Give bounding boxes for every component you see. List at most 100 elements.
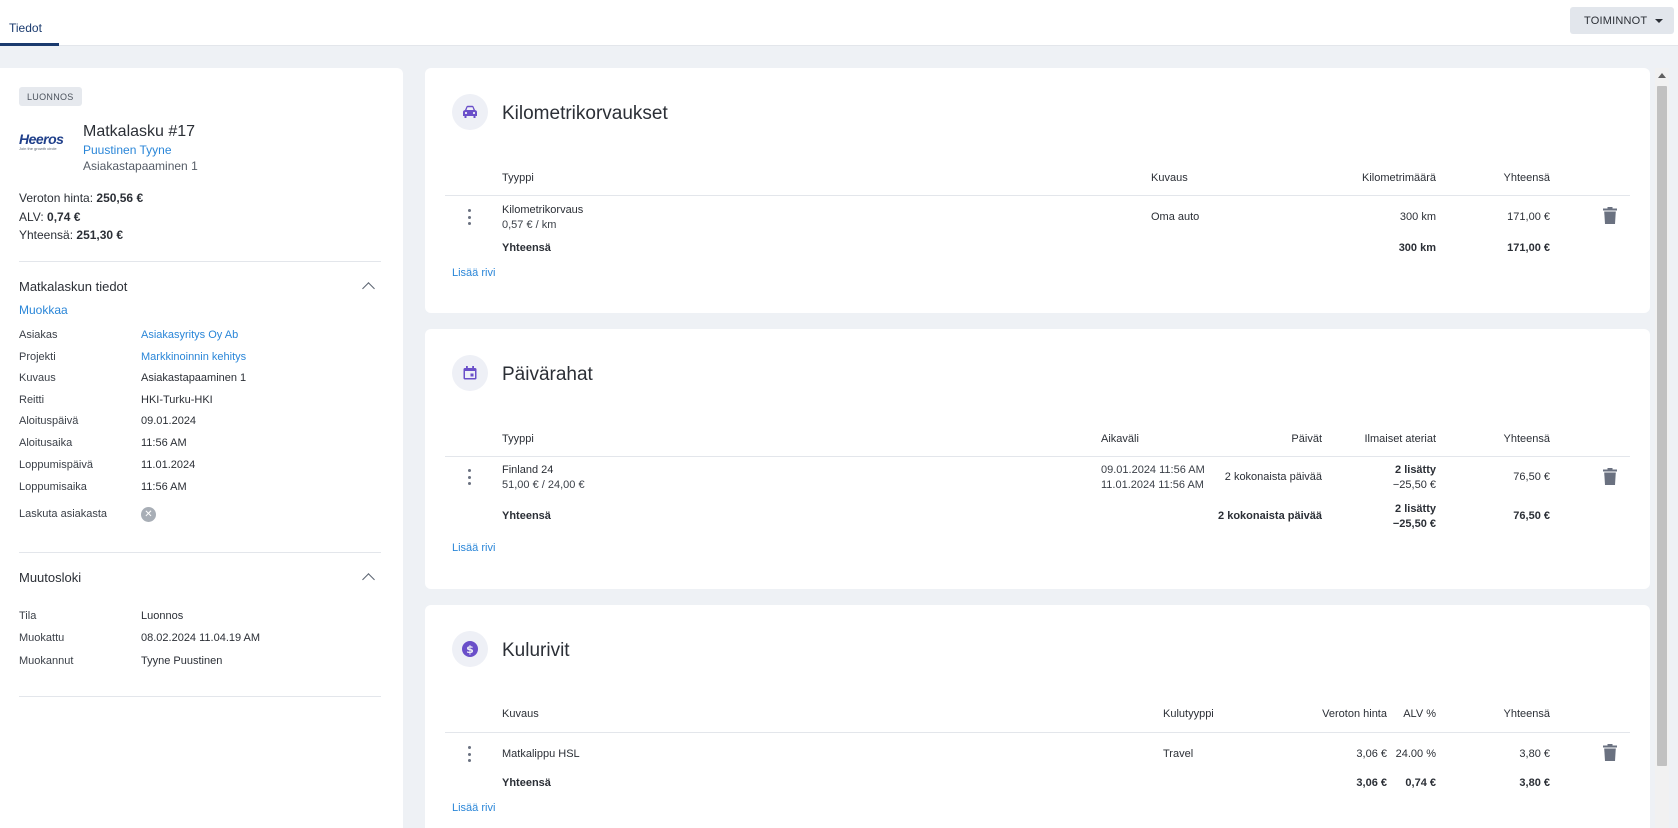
expense-row-net: 3,06 € [1356, 748, 1387, 760]
allowance-row-start: 09.01.2024 11:56 AM [1101, 464, 1205, 476]
logo-text: Heeros [19, 131, 64, 147]
allowances-card: Päivärahat Tyyppi Aikaväli Päivät Ilmais… [425, 329, 1650, 589]
col-header-total: Yhteensä [1503, 708, 1550, 720]
col-header-net: Veroton hinta [1322, 708, 1387, 720]
status-badge: LUONNOS [19, 87, 82, 106]
divider [19, 696, 381, 697]
col-header-period: Aikaväli [1101, 433, 1139, 445]
scroll-up-arrow-icon[interactable] [1658, 73, 1666, 78]
detail-row-route: Reitti HKI-Turku-HKI [19, 394, 213, 406]
allowance-row-type: Finland 24 [502, 464, 554, 476]
detail-row-end-date: Loppumispäivä 11.01.2024 [19, 459, 196, 471]
totals-summary: Veroton hinta: 250,56 € ALV: 0,74 € Yhte… [19, 189, 143, 245]
col-header-vat: ALV % [1403, 708, 1436, 720]
changelog-section-title[interactable]: Muutosloki [19, 570, 81, 585]
col-header-type: Tyyppi [502, 433, 534, 445]
net-total: Veroton hinta: 250,56 € [19, 191, 144, 205]
chevron-up-icon[interactable] [362, 282, 375, 295]
add-row-link[interactable]: Lisää rivi [452, 542, 495, 554]
allowance-row-total: 76,50 € [1513, 471, 1550, 483]
expense-sum-net: 3,06 € [1356, 777, 1387, 789]
row-menu-icon[interactable] [467, 209, 471, 225]
col-header-description: Kuvaus [1151, 172, 1188, 184]
expense-row-type: Travel [1163, 748, 1194, 760]
col-header-total: Yhteensä [1503, 172, 1550, 184]
detail-row-start-time: Aloitusaika 11:56 AM [19, 437, 187, 449]
detail-row-start-date: Aloituspäivä 09.01.2024 [19, 415, 197, 427]
mileage-row-type: Kilometrikorvaus [502, 204, 584, 216]
col-header-km: Kilometrimäärä [1362, 172, 1436, 184]
col-header-description: Kuvaus [502, 708, 539, 720]
chevron-up-icon[interactable] [362, 573, 375, 586]
allowance-row-meals-deduction: −25,50 € [1392, 479, 1436, 491]
document-subtitle: Asiakastapaaminen 1 [83, 159, 198, 173]
details-section-title[interactable]: Matkalaskun tiedot [19, 279, 127, 294]
divider [445, 456, 1630, 457]
mileage-row-total: 171,00 € [1507, 211, 1550, 223]
expense-row-description: Matkalippu HSL [502, 748, 580, 760]
mileage-row-description: Oma auto [1151, 211, 1200, 223]
expense-sum-vat: 0,74 € [1405, 777, 1436, 789]
row-menu-icon[interactable] [467, 746, 471, 762]
summary-panel: LUONNOS Heeros Join the growth circle Ma… [0, 68, 403, 828]
person-link[interactable]: Puustinen Tyyne [83, 143, 172, 157]
page-title: Matkalasku #17 [83, 123, 196, 140]
svg-text:$: $ [466, 643, 474, 656]
divider [19, 552, 381, 553]
mileage-row-rate: 0,57 € / km [502, 219, 557, 231]
col-header-type: Tyyppi [502, 172, 534, 184]
detail-row-bill-customer: Laskuta asiakasta ✕ [19, 507, 379, 522]
expenses-card: $ Kulurivit Kuvaus Kulutyyppi Veroton hi… [425, 605, 1650, 828]
dollar-icon: $ [452, 631, 488, 667]
allowance-row-days: 2 kokonaista päivää [1224, 471, 1322, 483]
col-header-expense-type: Kulutyyppi [1163, 708, 1214, 720]
trash-icon[interactable] [1603, 207, 1617, 224]
allowances-title: Päivärahat [502, 364, 593, 385]
add-row-link[interactable]: Lisää rivi [452, 267, 495, 279]
allowance-sum-meals: 2 lisätty [1395, 503, 1436, 515]
customer-link[interactable]: Asiakasyritys Oy Ab [141, 329, 238, 341]
trash-icon[interactable] [1603, 744, 1617, 761]
changelog-row-modified: Muokattu 08.02.2024 11.04.19 AM [19, 632, 261, 644]
trash-icon[interactable] [1603, 468, 1617, 485]
top-bar: Tiedot TOIMINNOT [0, 0, 1678, 46]
tab-tiedot[interactable]: Tiedot [0, 14, 59, 46]
detail-row-end-time: Loppumisaika 11:56 AM [19, 481, 187, 493]
mileage-sum-km: 300 km [1398, 242, 1436, 254]
actions-button[interactable]: TOIMINNOT [1570, 7, 1674, 34]
project-link[interactable]: Markkinoinnin kehitys [141, 351, 246, 363]
divider [19, 261, 381, 262]
grand-total: Yhteensä: 251,30 € [19, 228, 124, 242]
detail-row-project: Projekti Markkinoinnin kehitys [19, 351, 247, 363]
scrollbar[interactable] [1655, 68, 1669, 828]
divider [445, 195, 1630, 196]
changelog-row-modified-by: Muokannut Tyyne Puustinen [19, 655, 223, 667]
allowance-sum-meals-deduction: −25,50 € [1392, 518, 1436, 530]
company-logo: Heeros Join the growth circle [19, 131, 67, 155]
allowance-row-end: 11.01.2024 11:56 AM [1101, 479, 1204, 491]
detail-row-customer: Asiakas Asiakasyritys Oy Ab [19, 329, 239, 341]
allowance-sum-label: Yhteensä [502, 510, 551, 522]
changelog-row-status: Tila Luonnos [19, 610, 184, 622]
divider [445, 732, 1630, 733]
car-icon [452, 94, 488, 130]
allowance-sum-days: 2 kokonaista päivää [1218, 510, 1322, 522]
mileage-sum-total: 171,00 € [1507, 242, 1550, 254]
row-menu-icon[interactable] [467, 469, 471, 485]
col-header-days: Päivät [1291, 433, 1322, 445]
mileage-title: Kilometrikorvaukset [502, 103, 668, 124]
caret-down-icon [1655, 18, 1664, 23]
scrollbar-thumb[interactable] [1657, 86, 1667, 766]
mileage-row-km: 300 km [1399, 211, 1436, 223]
edit-link[interactable]: Muokkaa [19, 303, 68, 317]
mileage-sum-label: Yhteensä [502, 242, 551, 254]
col-header-total: Yhteensä [1503, 433, 1550, 445]
cross-circle-icon: ✕ [141, 507, 156, 522]
calendar-icon [452, 355, 488, 391]
expenses-title: Kulurivit [502, 640, 570, 661]
allowance-row-meals: 2 lisätty [1395, 464, 1436, 476]
col-header-meals: Ilmaiset ateriat [1364, 433, 1436, 445]
expense-sum-label: Yhteensä [502, 777, 551, 789]
add-row-link[interactable]: Lisää rivi [452, 802, 495, 814]
expense-row-vat: 24.00 % [1395, 748, 1436, 760]
